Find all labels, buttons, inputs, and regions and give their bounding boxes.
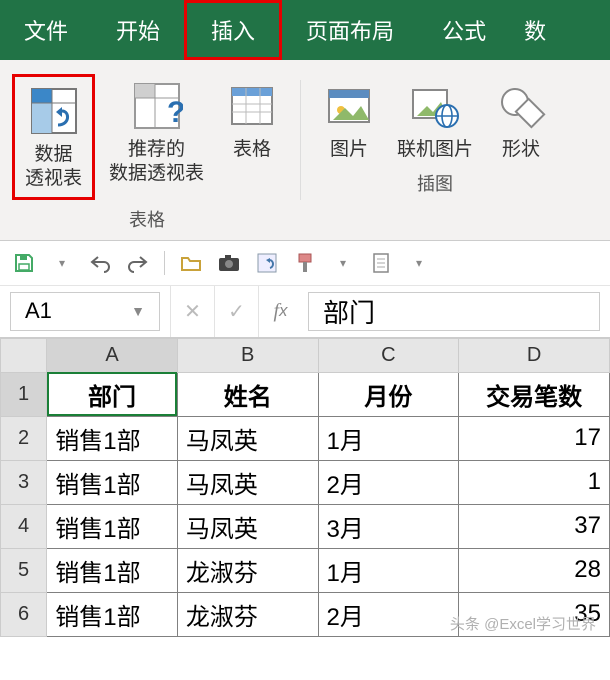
fx-button[interactable]: fx — [258, 286, 302, 337]
cell-A1[interactable]: 部门 — [47, 372, 178, 416]
row-header-4[interactable]: 4 — [1, 504, 47, 548]
table-button[interactable]: 表格 — [214, 72, 290, 164]
row-header-3[interactable]: 3 — [1, 460, 47, 504]
online-picture-icon — [407, 78, 463, 134]
pivot-small-icon[interactable] — [255, 251, 279, 275]
menu-home[interactable]: 开始 — [92, 0, 184, 60]
redo-icon[interactable] — [126, 251, 150, 275]
row-header-5[interactable]: 5 — [1, 548, 47, 592]
ribbon-group-tables-label: 表格 — [4, 200, 290, 240]
menu-insert[interactable]: 插入 — [184, 0, 282, 60]
recommended-pivot-label: 推荐的 数据透视表 — [109, 138, 204, 186]
row-header-2[interactable]: 2 — [1, 416, 47, 460]
recommended-pivot-button[interactable]: ? 推荐的 数据透视表 — [99, 72, 214, 188]
row-header-1[interactable]: 1 — [1, 372, 47, 416]
page-setup-icon[interactable] — [369, 251, 393, 275]
cell-A2[interactable]: 销售1部 — [47, 416, 178, 460]
formula-bar-value: 部门 — [323, 293, 375, 330]
menu-data[interactable]: 数 — [510, 0, 550, 60]
cell-A4[interactable]: 销售1部 — [47, 504, 178, 548]
cell-A3[interactable]: 销售1部 — [47, 460, 178, 504]
cell-D4[interactable]: 37 — [459, 504, 610, 548]
online-picture-label: 联机图片 — [397, 138, 473, 162]
picture-icon — [321, 78, 377, 134]
name-box[interactable]: A1 ▼ — [10, 292, 160, 331]
col-header-C[interactable]: C — [318, 338, 459, 372]
cell-C4[interactable]: 3月 — [318, 504, 459, 548]
menu-formula[interactable]: 公式 — [418, 0, 510, 60]
shapes-icon — [493, 78, 549, 134]
cancel-button[interactable]: ✕ — [170, 286, 214, 337]
table-label: 表格 — [233, 138, 271, 162]
cell-B4[interactable]: 马凤英 — [177, 504, 318, 548]
watermark: 头条 @Excel学习世界 — [0, 613, 610, 634]
name-box-dropdown-icon[interactable]: ▼ — [131, 303, 145, 319]
picture-label: 图片 — [330, 138, 368, 162]
ribbon-separator — [300, 80, 301, 200]
pivot-table-icon — [26, 83, 82, 139]
cell-C5[interactable]: 1月 — [318, 548, 459, 592]
save-icon[interactable] — [12, 251, 36, 275]
col-header-D[interactable]: D — [459, 338, 610, 372]
cell-C1[interactable]: 月份 — [318, 372, 459, 416]
cell-D5[interactable]: 28 — [459, 548, 610, 592]
quick-access-toolbar: ▾ ▾ ▾ — [0, 241, 610, 286]
shapes-label: 形状 — [502, 138, 540, 162]
cell-B1[interactable]: 姓名 — [177, 372, 318, 416]
cell-A5[interactable]: 销售1部 — [47, 548, 178, 592]
picture-button[interactable]: 图片 — [311, 72, 387, 164]
undo-icon[interactable] — [88, 251, 112, 275]
recommended-pivot-icon: ? — [129, 78, 185, 134]
formula-bar-row: A1 ▼ ✕ ✓ fx 部门 — [0, 286, 610, 338]
ribbon-group-illustrations-label: 插图 — [311, 164, 559, 204]
col-header-A[interactable]: A — [47, 338, 178, 372]
cell-D2[interactable]: 17 — [459, 416, 610, 460]
ribbon-group-illustrations: 图片 联机图片 — [307, 72, 563, 240]
camera-icon[interactable] — [217, 251, 241, 275]
cell-C3[interactable]: 2月 — [318, 460, 459, 504]
ribbon-insert: 数据 透视表 ? 推荐的 数据透视表 — [0, 60, 610, 241]
shapes-button[interactable]: 形状 — [483, 72, 559, 164]
open-icon[interactable] — [179, 251, 203, 275]
table-icon — [224, 78, 280, 134]
ribbon-group-tables: 数据 透视表 ? 推荐的 数据透视表 — [0, 72, 294, 240]
confirm-button[interactable]: ✓ — [214, 286, 258, 337]
cell-B5[interactable]: 龙淑芬 — [177, 548, 318, 592]
col-header-B[interactable]: B — [177, 338, 318, 372]
cell-C2[interactable]: 1月 — [318, 416, 459, 460]
name-box-value: A1 — [25, 298, 52, 324]
formula-bar[interactable]: 部门 — [308, 292, 600, 331]
cell-D1[interactable]: 交易笔数 — [459, 372, 610, 416]
format-painter-icon[interactable] — [293, 251, 317, 275]
svg-text:?: ? — [167, 96, 183, 129]
cell-D3[interactable]: 1 — [459, 460, 610, 504]
cell-B2[interactable]: 马凤英 — [177, 416, 318, 460]
online-picture-button[interactable]: 联机图片 — [387, 72, 483, 164]
pivot-table-label: 数据 透视表 — [25, 143, 82, 191]
menu-page-layout[interactable]: 页面布局 — [282, 0, 418, 60]
pivot-table-button[interactable]: 数据 透视表 — [12, 74, 95, 200]
menu-file[interactable]: 文件 — [0, 0, 92, 60]
worksheet: A B C D 1 部门 姓名 月份 交易笔数 2 销售1部 马凤英 1月 17… — [0, 338, 610, 637]
select-all-corner[interactable] — [1, 338, 47, 372]
menu-bar: 文件 开始 插入 页面布局 公式 数 — [0, 0, 610, 60]
cell-B3[interactable]: 马凤英 — [177, 460, 318, 504]
